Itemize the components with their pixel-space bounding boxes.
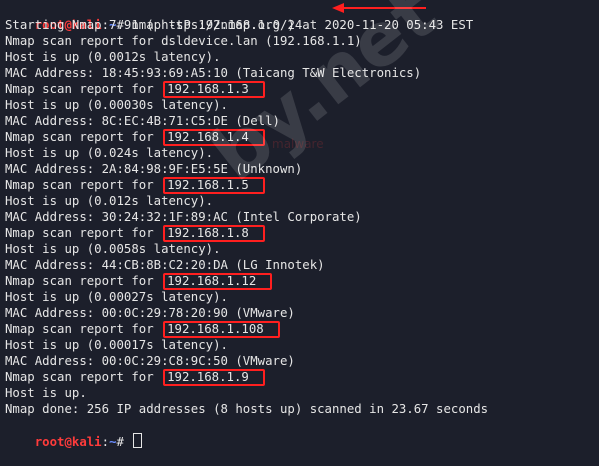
host-status-line: Host is up (0.0012s latency). [5,50,221,64]
scan-report-line: Nmap scan report for 192.168.1.3 [5,81,595,98]
mac-address-line: MAC Address: 18:45:93:69:A5:10 (Taicang … [5,66,422,80]
scan-report-prefix: Nmap scan report for [5,274,162,288]
mac-address-line: MAC Address: 2A:84:98:9F:E5:5E (Unknown) [5,162,303,176]
scan-report-prefix: Nmap scan report for [5,82,162,96]
scan-report-prefix: Nmap scan report for [5,322,162,336]
highlighted-ip-address: 192.168.1.5 [163,177,265,194]
host-status-line: Host is up (0.00027s latency). [5,290,228,304]
host-status-line: Host is up (0.00030s latency). [5,98,228,112]
scan-report-line: Nmap scan report for 192.168.1.9 [5,369,595,386]
red-arrow-icon [332,3,426,13]
host-status-line: Host is up (0.00017s latency). [5,338,228,352]
mac-address-line: MAC Address: 00:0C:29:C8:9C:50 (VMware) [5,354,295,368]
nmap-start-line: Starting Nmap 7.91 ( https://nmap.org ) … [5,18,474,32]
scan-report-line: Nmap scan report for 192.168.1.4 [5,129,595,146]
terminal-window[interactable]: root@kali:~# nmap -sP 192.168.1.0/24 Sta… [5,1,595,449]
scan-report-line: Nmap scan report for dsldevice.lan (192.… [5,33,595,49]
host-status-line: Host is up (0.012s latency). [5,194,214,208]
scan-report-line: Nmap scan report for 192.168.1.108 [5,321,595,338]
host-status-line: Host is up (0.024s latency). [5,146,214,160]
highlighted-ip-address: 192.168.1.8 [163,225,265,242]
scan-report-prefix: Nmap scan report for [5,34,162,48]
host-status-line: Host is up. [5,386,87,400]
highlighted-ip-address: 192.168.1.12 [163,273,273,290]
prompt-user: root@kali [34,435,102,449]
scan-report-prefix: Nmap scan report for [5,130,162,144]
scan-report-prefix: Nmap scan report for [5,370,162,384]
scan-report-line: Nmap scan report for 192.168.1.5 [5,177,595,194]
mac-address-line: MAC Address: 30:24:32:1F:89:AC (Intel Co… [5,210,362,224]
mac-address-line: MAC Address: 8C:EC:4B:71:C5:DE (Dell) [5,114,280,128]
scan-report-line: Nmap scan report for 192.168.1.12 [5,273,595,290]
highlighted-ip-address: 192.168.1.3 [163,81,265,98]
mac-address-line: MAC Address: 44:CB:8B:C2:20:DA (LG Innot… [5,258,325,272]
scan-report-prefix: Nmap scan report for [5,178,162,192]
command-line: root@kali:~# nmap -sP 192.168.1.0/24 [34,18,303,32]
scan-report-line: Nmap scan report for 192.168.1.8 [5,225,595,242]
host-status-line: Host is up (0.0058s latency). [5,242,221,256]
host-name: dsldevice.lan (192.168.1.1) [161,34,362,48]
text-cursor[interactable] [133,433,143,448]
highlighted-ip-address: 192.168.1.4 [163,129,265,146]
final-prompt-line[interactable]: root@kali:~# [5,417,595,449]
prompt-symbol: # [116,435,132,449]
scan-report-prefix: Nmap scan report for [5,226,162,240]
scan-output: Nmap scan report for dsldevice.lan (192.… [5,33,595,401]
highlighted-ip-address: 192.168.1.108 [163,321,280,338]
nmap-done-line: Nmap done: 256 IP addresses (8 hosts up)… [5,402,489,416]
highlighted-ip-address: 192.168.1.9 [163,369,265,386]
mac-address-line: MAC Address: 00:0C:29:78:20:90 (VMware) [5,306,295,320]
prompt-path: ~ [109,435,117,449]
